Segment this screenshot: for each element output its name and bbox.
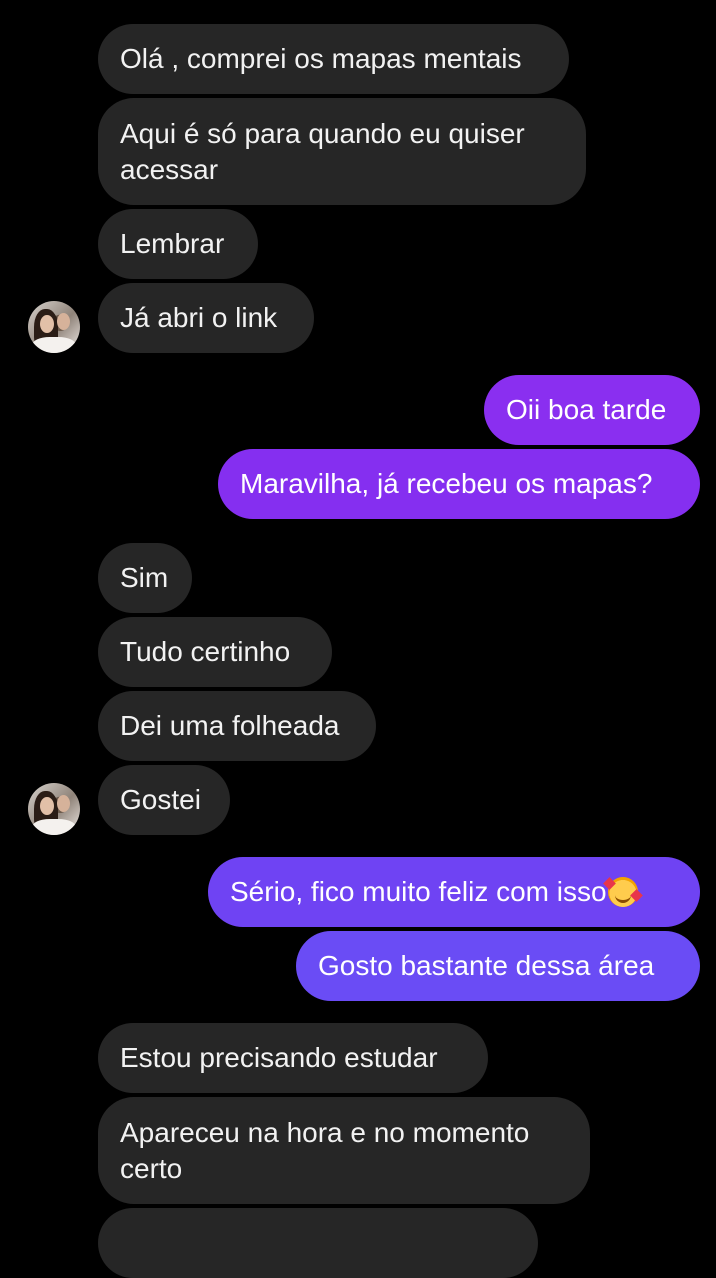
smiling-face-with-hearts-icon [602, 877, 643, 907]
message-text: Estou precisando estudar [120, 1042, 438, 1073]
message-text: Gosto bastante dessa área [318, 950, 655, 981]
message-incoming[interactable]: Estou precisando estudar [98, 1023, 488, 1093]
message-text: Oii boa tarde [506, 394, 667, 425]
message-incoming[interactable]: Aqui é só para quando eu quiser acessar [98, 98, 586, 205]
message-text: Gostei [120, 784, 201, 815]
message-text: Apareceu na hora e no momento certo [120, 1116, 530, 1184]
message-text: Sim [120, 562, 169, 593]
message-incoming[interactable]: Lembrar [98, 209, 258, 279]
message-text: Olá , comprei os mapas mentais [120, 43, 522, 74]
message-incoming[interactable]: Olá , comprei os mapas mentais [98, 24, 569, 94]
message-incoming[interactable]: Dei uma folheada [98, 691, 376, 761]
message-text: Já abri o link [120, 302, 278, 333]
message-outgoing[interactable]: Maravilha, já recebeu os mapas? [218, 449, 700, 519]
message-text: Maravilha, já recebeu os mapas? [240, 468, 653, 499]
contact-avatar[interactable] [28, 783, 80, 835]
message-outgoing[interactable]: Sério, fico muito feliz com isso [208, 857, 700, 927]
message-outgoing[interactable]: Gosto bastante dessa área [296, 931, 700, 1001]
message-text: Sério, fico muito feliz com isso [230, 876, 607, 907]
message-text: Dei uma folheada [120, 710, 340, 741]
message-incoming[interactable]: Já abri o link [98, 283, 314, 353]
chat-thread[interactable]: Olá , comprei os mapas mentais Aqui é só… [0, 0, 716, 1278]
message-incoming[interactable]: Apareceu na hora e no momento certo [98, 1097, 590, 1204]
message-text: Lembrar [120, 228, 225, 259]
message-incoming[interactable]: Sim [98, 543, 192, 613]
message-outgoing[interactable]: Oii boa tarde [484, 375, 700, 445]
message-incoming[interactable]: Gostei [98, 765, 230, 835]
contact-avatar[interactable] [28, 301, 80, 353]
message-text: Tudo certinho [120, 636, 291, 667]
message-text: Aqui é só para quando eu quiser acessar [120, 117, 525, 185]
message-incoming[interactable]: Tudo certinho [98, 617, 332, 687]
